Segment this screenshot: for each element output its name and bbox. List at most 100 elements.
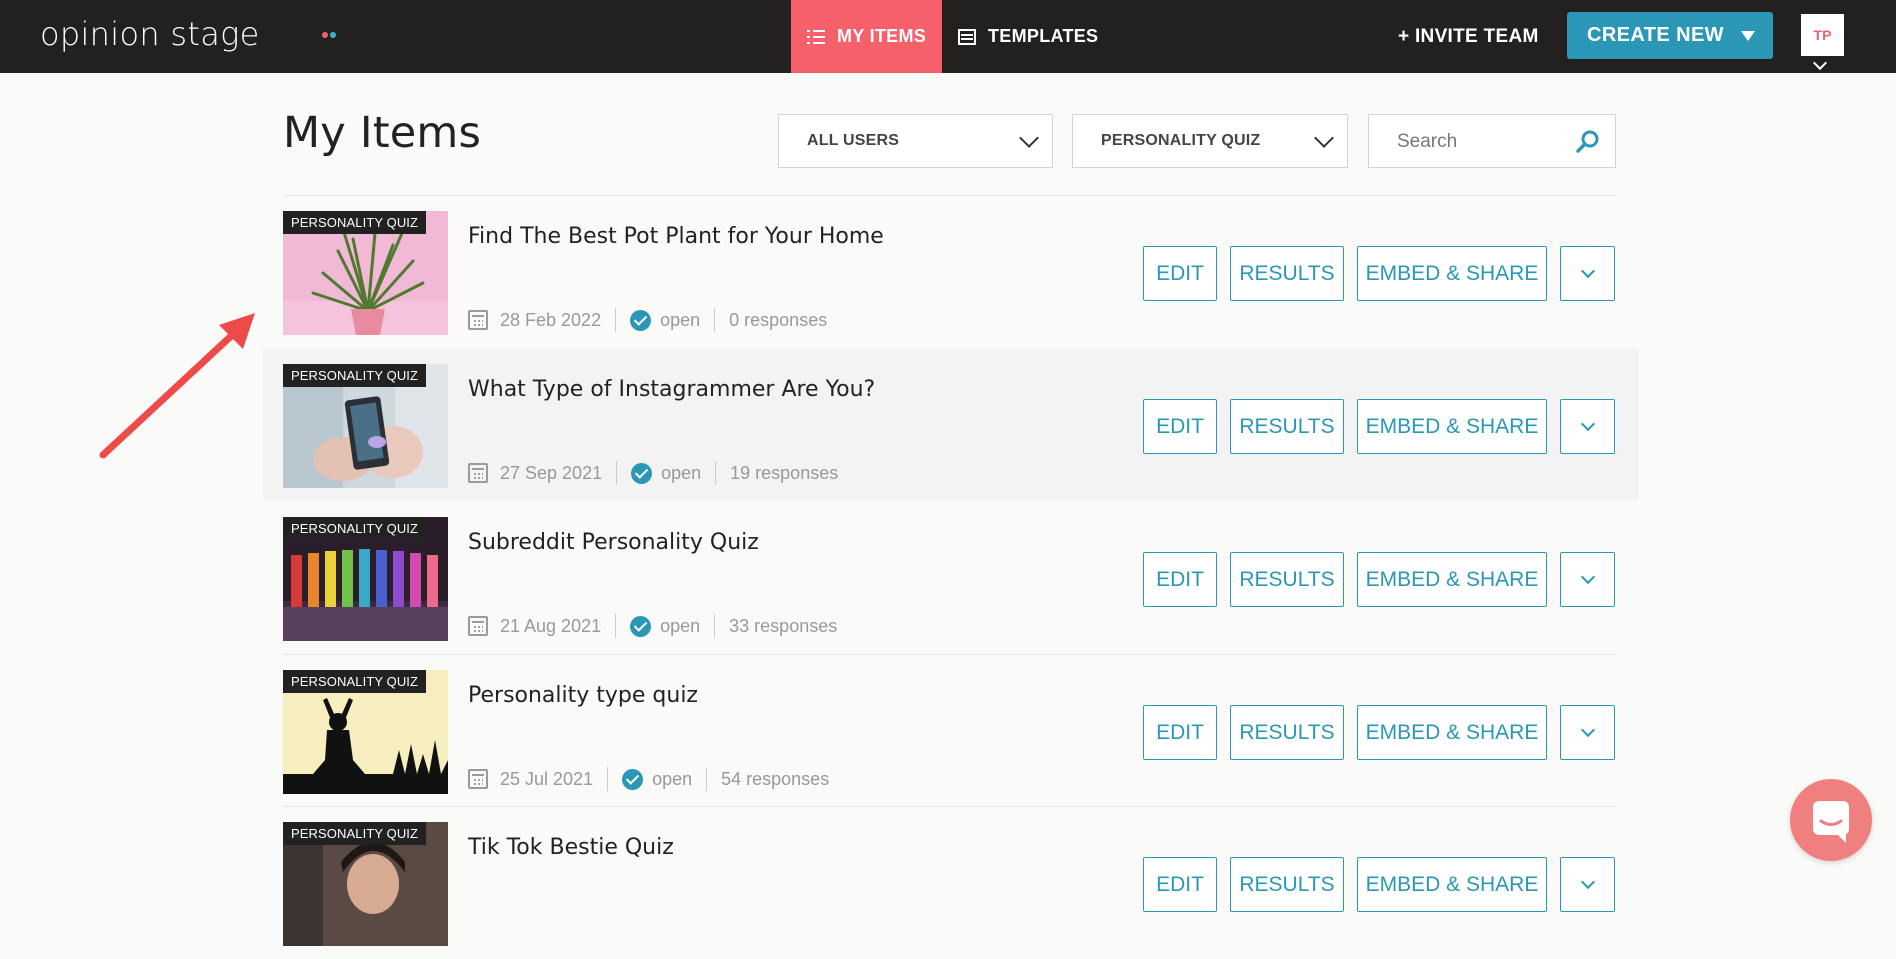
divider	[706, 767, 708, 791]
list-icon	[807, 29, 825, 45]
item-title[interactable]: Personality type quiz	[468, 683, 698, 708]
page-title: My Items	[283, 108, 482, 158]
item-status: open	[660, 309, 701, 330]
divider	[615, 614, 617, 638]
check-circle-icon	[631, 462, 653, 484]
edit-button[interactable]: EDIT	[1143, 857, 1217, 912]
calendar-icon	[468, 769, 488, 789]
item-title[interactable]: What Type of Instagrammer Are You?	[468, 377, 875, 402]
more-options-button[interactable]	[1560, 246, 1615, 301]
item-thumbnail[interactable]: PERSONALITY QUIZ	[283, 822, 448, 946]
embed-share-button[interactable]: EMBED & SHARE	[1357, 399, 1547, 454]
divider	[715, 461, 717, 485]
top-navigation-bar: opinion stage MY ITEMS TEMPLATES + INVIT…	[0, 0, 1896, 73]
tab-templates[interactable]: TEMPLATES	[944, 0, 1104, 73]
tab-my-items[interactable]: MY ITEMS	[791, 0, 942, 73]
list-item: PERSONALITY QUIZ Tik Tok Bestie Quiz EDI…	[263, 807, 1638, 959]
embed-share-button[interactable]: EMBED & SHARE	[1357, 246, 1547, 301]
list-item: PERSONALITY QUIZ Find The Best Pot Plant…	[263, 196, 1638, 348]
item-status: open	[652, 768, 693, 789]
create-new-button[interactable]: CREATE NEW	[1567, 12, 1773, 59]
tab-templates-label: TEMPLATES	[988, 26, 1099, 46]
item-type-badge: PERSONALITY QUIZ	[283, 822, 427, 845]
chat-launcher-button[interactable]	[1790, 779, 1872, 861]
results-button[interactable]: RESULTS	[1230, 857, 1344, 912]
results-button[interactable]: RESULTS	[1230, 246, 1344, 301]
search-icon[interactable]	[1575, 129, 1601, 155]
embed-share-button[interactable]: EMBED & SHARE	[1357, 857, 1547, 912]
list-item: PERSONALITY QUIZ Subreddit Personality Q…	[263, 502, 1638, 654]
divider	[607, 767, 609, 791]
calendar-icon	[468, 616, 488, 636]
item-meta: 21 Aug 2021 open 33 responses	[468, 614, 838, 638]
item-status: open	[661, 462, 702, 483]
users-filter-select[interactable]: ALL USERS	[778, 114, 1053, 168]
check-circle-icon	[630, 309, 652, 331]
calendar-icon	[468, 310, 488, 330]
calendar-icon	[468, 463, 488, 483]
item-meta: 25 Jul 2021 open 54 responses	[468, 767, 830, 791]
invite-team-button[interactable]: + INVITE TEAM	[1398, 0, 1539, 73]
item-title[interactable]: Tik Tok Bestie Quiz	[468, 835, 674, 860]
opinion-stage-logo[interactable]: opinion stage	[40, 14, 336, 54]
embed-share-button[interactable]: EMBED & SHARE	[1357, 705, 1547, 760]
results-button[interactable]: RESULTS	[1230, 705, 1344, 760]
type-filter-value: PERSONALITY QUIZ	[1101, 132, 1261, 149]
item-meta: 27 Sep 2021 open 19 responses	[468, 461, 839, 485]
item-type-badge: PERSONALITY QUIZ	[283, 364, 427, 387]
item-date: 25 Jul 2021	[500, 768, 594, 789]
divider	[616, 461, 618, 485]
embed-share-button[interactable]: EMBED & SHARE	[1357, 552, 1547, 607]
search-box	[1368, 114, 1616, 169]
item-thumbnail[interactable]: PERSONALITY QUIZ	[283, 517, 448, 641]
edit-button[interactable]: EDIT	[1143, 399, 1217, 454]
item-title[interactable]: Find The Best Pot Plant for Your Home	[468, 224, 884, 249]
chevron-down-icon	[1580, 263, 1595, 279]
item-meta: 28 Feb 2022 open 0 responses	[468, 308, 828, 332]
search-input[interactable]	[1369, 115, 1599, 169]
more-options-button[interactable]	[1560, 552, 1615, 607]
item-thumbnail[interactable]: PERSONALITY QUIZ	[283, 211, 448, 335]
item-responses: 33 responses	[729, 615, 838, 636]
create-new-label: CREATE NEW	[1587, 24, 1724, 46]
edit-button[interactable]: EDIT	[1143, 552, 1217, 607]
avatar-initials: TP	[1813, 27, 1832, 43]
check-circle-icon	[630, 615, 652, 637]
chevron-down-icon[interactable]	[1812, 55, 1828, 71]
item-thumbnail[interactable]: PERSONALITY QUIZ	[283, 670, 448, 794]
chat-icon	[1813, 801, 1849, 843]
item-status: open	[660, 615, 701, 636]
annotation-arrow	[99, 313, 255, 459]
chevron-down-icon	[1019, 128, 1039, 148]
list-item: PERSONALITY QUIZ Personality type quiz 2…	[263, 655, 1638, 807]
logo-text: opinion stage	[40, 15, 260, 53]
check-circle-icon	[622, 768, 644, 790]
item-date: 21 Aug 2021	[500, 615, 602, 636]
chevron-down-icon	[1314, 128, 1334, 148]
avatar[interactable]: TP	[1801, 14, 1844, 56]
chevron-down-icon	[1580, 416, 1595, 432]
list-item: PERSONALITY QUIZ What Type of Instagramm…	[263, 349, 1638, 501]
more-options-button[interactable]	[1560, 399, 1615, 454]
item-title[interactable]: Subreddit Personality Quiz	[468, 530, 759, 555]
caret-down-icon	[1741, 31, 1755, 41]
tab-my-items-label: MY ITEMS	[837, 26, 927, 46]
templates-icon	[958, 28, 976, 45]
users-filter-value: ALL USERS	[807, 132, 900, 149]
results-button[interactable]: RESULTS	[1230, 552, 1344, 607]
more-options-button[interactable]	[1560, 857, 1615, 912]
item-responses: 54 responses	[721, 768, 830, 789]
chevron-down-icon	[1580, 874, 1595, 890]
item-type-badge: PERSONALITY QUIZ	[283, 517, 427, 540]
results-button[interactable]: RESULTS	[1230, 399, 1344, 454]
item-responses: 0 responses	[729, 309, 828, 330]
item-responses: 19 responses	[730, 462, 839, 483]
edit-button[interactable]: EDIT	[1143, 246, 1217, 301]
edit-button[interactable]: EDIT	[1143, 705, 1217, 760]
item-date: 27 Sep 2021	[500, 462, 603, 483]
type-filter-select[interactable]: PERSONALITY QUIZ	[1072, 114, 1348, 168]
more-options-button[interactable]	[1560, 705, 1615, 760]
item-date: 28 Feb 2022	[500, 309, 602, 330]
divider	[714, 308, 716, 332]
item-thumbnail[interactable]: PERSONALITY QUIZ	[283, 364, 448, 488]
